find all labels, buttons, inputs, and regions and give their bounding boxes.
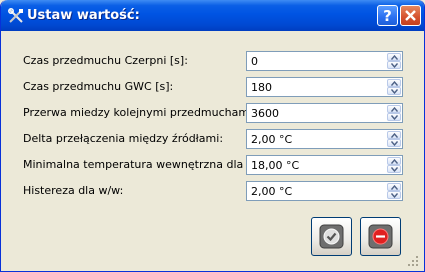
histereza-spinbox[interactable]: 2,00 °C — [246, 181, 403, 201]
spin-up-button[interactable] — [387, 183, 401, 191]
czerpnia-spinbox[interactable]: 0 — [246, 51, 403, 71]
chevron-up-icon — [391, 133, 398, 138]
spin-down-button[interactable] — [387, 87, 401, 95]
spinbox-arrows — [387, 53, 401, 69]
spinbox-arrows — [387, 183, 401, 199]
checkmark-icon — [319, 224, 344, 249]
field-row-min-temp: Minimalna temperatura wewnętrzna dla lat… — [4, 155, 421, 175]
resize-grip-icon[interactable] — [407, 255, 419, 267]
chevron-down-icon — [391, 167, 398, 172]
spinbox-value[interactable]: 0 — [251, 55, 258, 68]
spin-up-button[interactable] — [387, 105, 401, 113]
gwc-spinbox[interactable]: 180 — [246, 77, 403, 97]
spinbox-value[interactable]: 2,00 °C — [251, 185, 292, 198]
spin-down-button[interactable] — [387, 61, 401, 69]
chevron-up-icon — [391, 55, 398, 60]
chevron-up-icon — [391, 185, 398, 190]
spin-down-button[interactable] — [387, 191, 401, 199]
field-label: Minimalna temperatura wewnętrzna dla lat… — [23, 158, 272, 171]
przerwa-spinbox[interactable]: 3600 — [246, 103, 403, 123]
chevron-up-icon — [391, 159, 398, 164]
spin-down-button[interactable] — [387, 165, 401, 173]
chevron-down-icon — [391, 89, 398, 94]
spin-up-button[interactable] — [387, 79, 401, 87]
spin-up-button[interactable] — [387, 157, 401, 165]
field-label: Czas przedmuchu GWC [s]: — [23, 80, 174, 93]
field-label: Przerwa miedzy kolejnymi przedmuchami [s… — [23, 106, 274, 119]
field-row-gwc: Czas przedmuchu GWC [s]: 180 — [4, 77, 421, 97]
wrench-screwdriver-icon — [8, 8, 23, 23]
chevron-down-icon — [391, 63, 398, 68]
field-row-przerwa: Przerwa miedzy kolejnymi przedmuchami [s… — [4, 103, 421, 123]
field-label: Delta przełączenia między źródłami: — [23, 132, 224, 145]
spinbox-value[interactable]: 3600 — [251, 107, 279, 120]
spin-down-button[interactable] — [387, 139, 401, 147]
chevron-down-icon — [391, 115, 398, 120]
dialog-window: Ustaw wartość: ? Czas przedmuchu Czerpni… — [0, 0, 425, 272]
field-row-histereza: Histereza dla w/w: 2,00 °C — [4, 181, 421, 201]
spin-up-button[interactable] — [387, 131, 401, 139]
spinbox-arrows — [387, 79, 401, 95]
spinbox-value[interactable]: 180 — [251, 81, 272, 94]
field-label: Czas przedmuchu Czerpni [s]: — [23, 54, 188, 67]
field-row-czerpnia: Czas przedmuchu Czerpni [s]: 0 — [4, 51, 421, 71]
chevron-down-icon — [391, 141, 398, 146]
help-button[interactable]: ? — [377, 5, 398, 26]
close-icon — [405, 10, 416, 21]
chevron-down-icon — [391, 193, 398, 198]
field-label: Histereza dla w/w: — [23, 184, 124, 197]
cancel-button[interactable] — [360, 217, 401, 256]
forbidden-icon — [368, 224, 393, 249]
spin-down-button[interactable] — [387, 113, 401, 121]
chevron-up-icon — [391, 107, 398, 112]
chevron-up-icon — [391, 81, 398, 86]
ok-button[interactable] — [311, 217, 352, 256]
spinbox-value[interactable]: 2,00 °C — [251, 133, 292, 146]
question-icon: ? — [383, 7, 392, 25]
svg-text:?: ? — [383, 7, 392, 25]
spinbox-arrows — [387, 131, 401, 147]
title-bar[interactable]: Ustaw wartość: ? — [1, 0, 424, 31]
field-row-delta: Delta przełączenia między źródłami: 2,00… — [4, 129, 421, 149]
delta-spinbox[interactable]: 2,00 °C — [246, 129, 403, 149]
window-title: Ustaw wartość: — [27, 8, 140, 23]
spinbox-arrows — [387, 157, 401, 173]
close-button[interactable] — [400, 5, 421, 26]
spinbox-arrows — [387, 105, 401, 121]
dialog-body: Czas przedmuchu Czerpni [s]: 0 Czas prze… — [4, 31, 421, 269]
spin-up-button[interactable] — [387, 53, 401, 61]
min-temp-spinbox[interactable]: 18,00 °C — [246, 155, 403, 175]
spinbox-value[interactable]: 18,00 °C — [251, 159, 299, 172]
